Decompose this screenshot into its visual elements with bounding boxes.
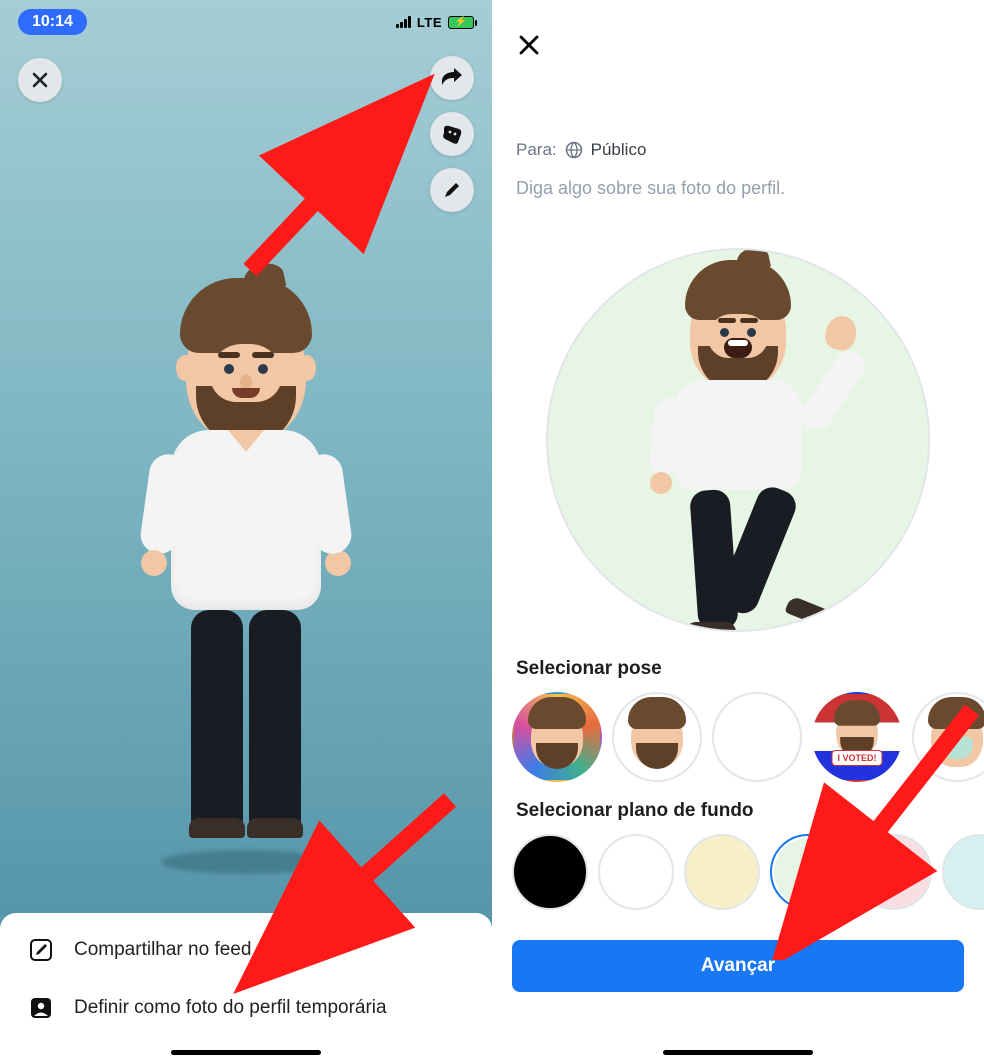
pose-option-headshot-colorful[interactable]: [512, 692, 602, 782]
pose-option-headshot-white[interactable]: [612, 692, 702, 782]
bg-option-black[interactable]: [512, 834, 588, 910]
caption-input[interactable]: Diga algo sobre sua foto do perfil.: [516, 178, 785, 199]
share-options-sheet: Compartilhar no feed Definir como foto d…: [0, 913, 492, 1063]
audience-label: Para:: [516, 140, 557, 160]
pose-options[interactable]: I VOTED!: [512, 692, 984, 782]
share-to-feed-option[interactable]: Compartilhar no feed: [0, 921, 492, 979]
status-time: 10:14: [18, 9, 87, 35]
pose-option-fullbody-wave[interactable]: [712, 692, 802, 782]
home-indicator[interactable]: [171, 1050, 321, 1055]
stickers-icon: [441, 123, 463, 145]
edit-button[interactable]: [430, 168, 474, 212]
share-icon: [440, 67, 464, 89]
globe-icon: [565, 141, 583, 159]
bg-option-aqua[interactable]: [942, 834, 984, 910]
close-icon: [30, 70, 50, 90]
network-label: LTE: [417, 15, 442, 30]
avatar-wave-pose: [628, 278, 848, 632]
pose-option-i-voted[interactable]: I VOTED!: [812, 692, 902, 782]
close-button[interactable]: [516, 32, 542, 63]
bg-option-blush[interactable]: [856, 834, 932, 910]
pose-option-mask-face[interactable]: [912, 692, 984, 782]
signal-icon: [396, 16, 411, 28]
audience-row[interactable]: Para: Público: [516, 140, 646, 160]
close-button[interactable]: [18, 58, 62, 102]
audience-value: Público: [591, 140, 647, 160]
bg-option-cream[interactable]: [684, 834, 760, 910]
profile-photo-preview: [546, 248, 930, 632]
set-temp-profile-option[interactable]: Definir como foto do perfil temporária: [0, 979, 492, 1037]
stickers-button[interactable]: [430, 112, 474, 156]
profile-frame-icon: [28, 995, 54, 1021]
share-to-feed-label: Compartilhar no feed: [74, 939, 251, 961]
next-button-label: Avançar: [701, 955, 775, 977]
bg-option-mint[interactable]: [770, 834, 846, 910]
close-icon: [516, 32, 542, 58]
pencil-icon: [442, 180, 462, 200]
status-bar: 10:14 LTE ⚡: [0, 0, 492, 44]
voted-badge: I VOTED!: [831, 750, 882, 766]
bg-option-white[interactable]: [598, 834, 674, 910]
background-section-title: Selecionar plano de fundo: [516, 800, 754, 822]
battery-icon: ⚡: [448, 16, 474, 29]
next-button[interactable]: Avançar: [512, 940, 964, 992]
pose-section-title: Selecionar pose: [516, 658, 662, 680]
share-button[interactable]: [430, 56, 474, 100]
avatar-shadow: [161, 850, 331, 874]
compose-icon: [28, 937, 54, 963]
avatar-preview: [146, 300, 346, 830]
background-options[interactable]: [512, 834, 984, 910]
home-indicator[interactable]: [663, 1050, 813, 1055]
set-temp-profile-label: Definir como foto do perfil temporária: [74, 997, 387, 1019]
